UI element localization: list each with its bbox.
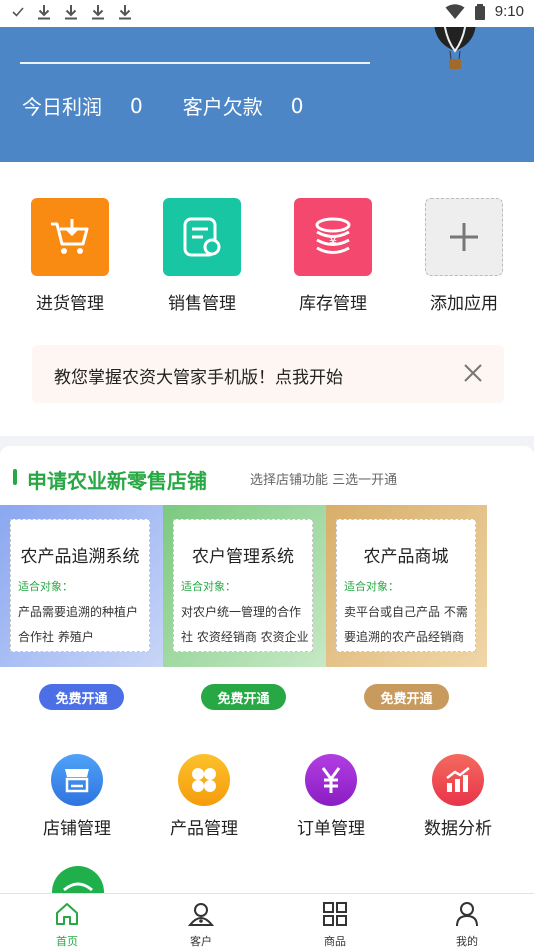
plan-card-mall[interactable]: 农产品商城 适合对象： 卖平台或自己产品 不需 要追溯的农产品经销商	[326, 505, 487, 667]
plan-desc-line: 产品需要追溯的种植户	[18, 605, 139, 619]
hot-air-balloon-icon	[434, 27, 476, 69]
header-stats: 今日利润 0 客户欠款 0	[22, 91, 343, 120]
plan-name: 农产品商城	[363, 547, 449, 567]
wifi-icon	[445, 3, 465, 19]
plan-card-inner: 农产品商城 适合对象： 卖平台或自己产品 不需 要追溯的农产品经销商	[336, 519, 476, 652]
plan-card-inner: 农产品追溯系统 适合对象： 产品需要追溯的种植户 合作社 养殖户	[10, 519, 150, 652]
tool-order-management[interactable]: 订单管理	[281, 754, 381, 839]
plan-description: 产品需要追溯的种植户 合作社 养殖户	[18, 600, 146, 650]
download-icon	[38, 5, 50, 20]
download-icon	[92, 5, 104, 20]
plan-target-label: 适合对象：	[18, 580, 73, 593]
store-section: 申请农业新零售店铺 选择店铺功能 三选一开通 农产品追溯系统 适合对象： 产品需…	[0, 446, 534, 918]
tool-label: 订单管理	[297, 819, 365, 839]
coins-icon: ¥	[294, 198, 372, 276]
free-open-button-farmer[interactable]: 免费开通	[201, 684, 286, 710]
app-root: 9:10 今日利润 0 客户欠款 0 进货管理 销售管理 ¥ 库存管理 添加应用…	[0, 0, 534, 949]
store-subtitle: 选择店铺功能 三选一开通	[250, 473, 398, 488]
nav-label: 我的	[456, 935, 478, 948]
plan-desc-line: 卖平台或自己产品 不需	[344, 605, 468, 619]
plan-card-inner: 农户管理系统 适合对象： 对农户统一管理的合作 社 农资经销商 农资企业	[173, 519, 313, 652]
plan-desc-line: 要追溯的农产品经销商	[344, 630, 465, 644]
nav-customer[interactable]: 客户	[161, 901, 241, 949]
grid-flower-icon	[178, 754, 230, 806]
app-label: 销售管理	[168, 294, 236, 314]
tool-label: 数据分析	[424, 819, 492, 839]
nav-home[interactable]: 首页	[27, 901, 107, 949]
title-accent-bar	[13, 469, 17, 485]
home-icon	[56, 903, 78, 925]
plan-desc-line: 对农户统一管理的合作	[181, 605, 302, 619]
download-icon	[65, 5, 77, 20]
tutorial-tip-bar[interactable]: 教您掌握农资大管家手机版！点我开始	[32, 345, 504, 403]
app-inventory-management[interactable]: ¥ 库存管理	[283, 198, 383, 314]
app-purchase-management[interactable]: 进货管理	[20, 198, 120, 314]
tool-data-analysis[interactable]: 数据分析	[408, 754, 508, 839]
free-open-button-traceability[interactable]: 免费开通	[39, 684, 124, 710]
plan-target-label: 适合对象：	[181, 580, 236, 593]
nav-label: 首页	[56, 935, 78, 948]
chart-icon	[432, 754, 484, 806]
profit-value[interactable]: 0	[130, 94, 143, 118]
bottom-navigation: 首页 客户 商品 我的	[0, 893, 534, 949]
profile-icon	[456, 902, 478, 927]
plan-description: 卖平台或自己产品 不需 要追溯的农产品经销商	[344, 600, 472, 650]
yen-icon	[305, 754, 357, 806]
cart-download-icon	[31, 198, 109, 276]
app-label: 添加应用	[430, 294, 498, 314]
plan-card-farmer-management[interactable]: 农户管理系统 适合对象： 对农户统一管理的合作 社 农资经销商 农资企业	[163, 505, 326, 667]
customer-icon	[187, 903, 215, 926]
free-open-button-mall[interactable]: 免费开通	[364, 684, 449, 710]
store-title: 申请农业新零售店铺	[27, 469, 207, 493]
debt-label: 客户欠款	[182, 95, 263, 119]
nav-goods[interactable]: 商品	[295, 901, 375, 949]
status-bar: 9:10	[0, 0, 534, 27]
plan-desc-line: 合作社 养殖户	[18, 630, 94, 644]
app-label: 库存管理	[299, 294, 367, 314]
plus-icon	[425, 198, 503, 276]
nav-label: 客户	[190, 935, 212, 948]
tool-store-management[interactable]: 店铺管理	[27, 754, 127, 839]
goods-icon	[323, 902, 347, 926]
check-icon	[12, 7, 24, 17]
plan-desc-line: 社 农资经销商 农资企业	[181, 630, 309, 644]
nav-label: 商品	[324, 935, 346, 948]
plan-target-label: 适合对象：	[344, 580, 399, 593]
header-divider	[20, 62, 370, 64]
app-sales-management[interactable]: 销售管理	[152, 198, 252, 314]
plan-name: 农户管理系统	[192, 547, 294, 567]
plan-description: 对农户统一管理的合作 社 农资经销商 农资企业	[181, 600, 309, 650]
quick-apps-card: 进货管理 销售管理 ¥ 库存管理 添加应用 教您掌握农资大管家手机版！点我开始	[0, 162, 534, 436]
app-add[interactable]: 添加应用	[414, 198, 514, 314]
svg-text:¥: ¥	[329, 235, 337, 250]
header-panel: 今日利润 0 客户欠款 0	[0, 27, 534, 162]
app-label: 进货管理	[36, 294, 104, 314]
plan-name: 农产品追溯系统	[20, 547, 140, 567]
plan-card-traceability[interactable]: 农产品追溯系统 适合对象： 产品需要追溯的种植户 合作社 养殖户	[0, 505, 163, 667]
tool-product-management[interactable]: 产品管理	[154, 754, 254, 839]
tool-label: 产品管理	[170, 819, 238, 839]
download-icon	[119, 5, 131, 20]
battery-icon	[474, 3, 485, 20]
nav-profile[interactable]: 我的	[427, 901, 507, 949]
store-icon	[51, 754, 103, 806]
close-icon[interactable]	[462, 362, 484, 384]
profit-label: 今日利润	[22, 95, 102, 119]
tip-text[interactable]: 教您掌握农资大管家手机版！点我开始	[54, 363, 343, 388]
status-time: 9:10	[494, 3, 524, 20]
sales-doc-icon	[163, 198, 241, 276]
debt-value[interactable]: 0	[291, 94, 304, 118]
tool-label: 店铺管理	[43, 819, 111, 839]
